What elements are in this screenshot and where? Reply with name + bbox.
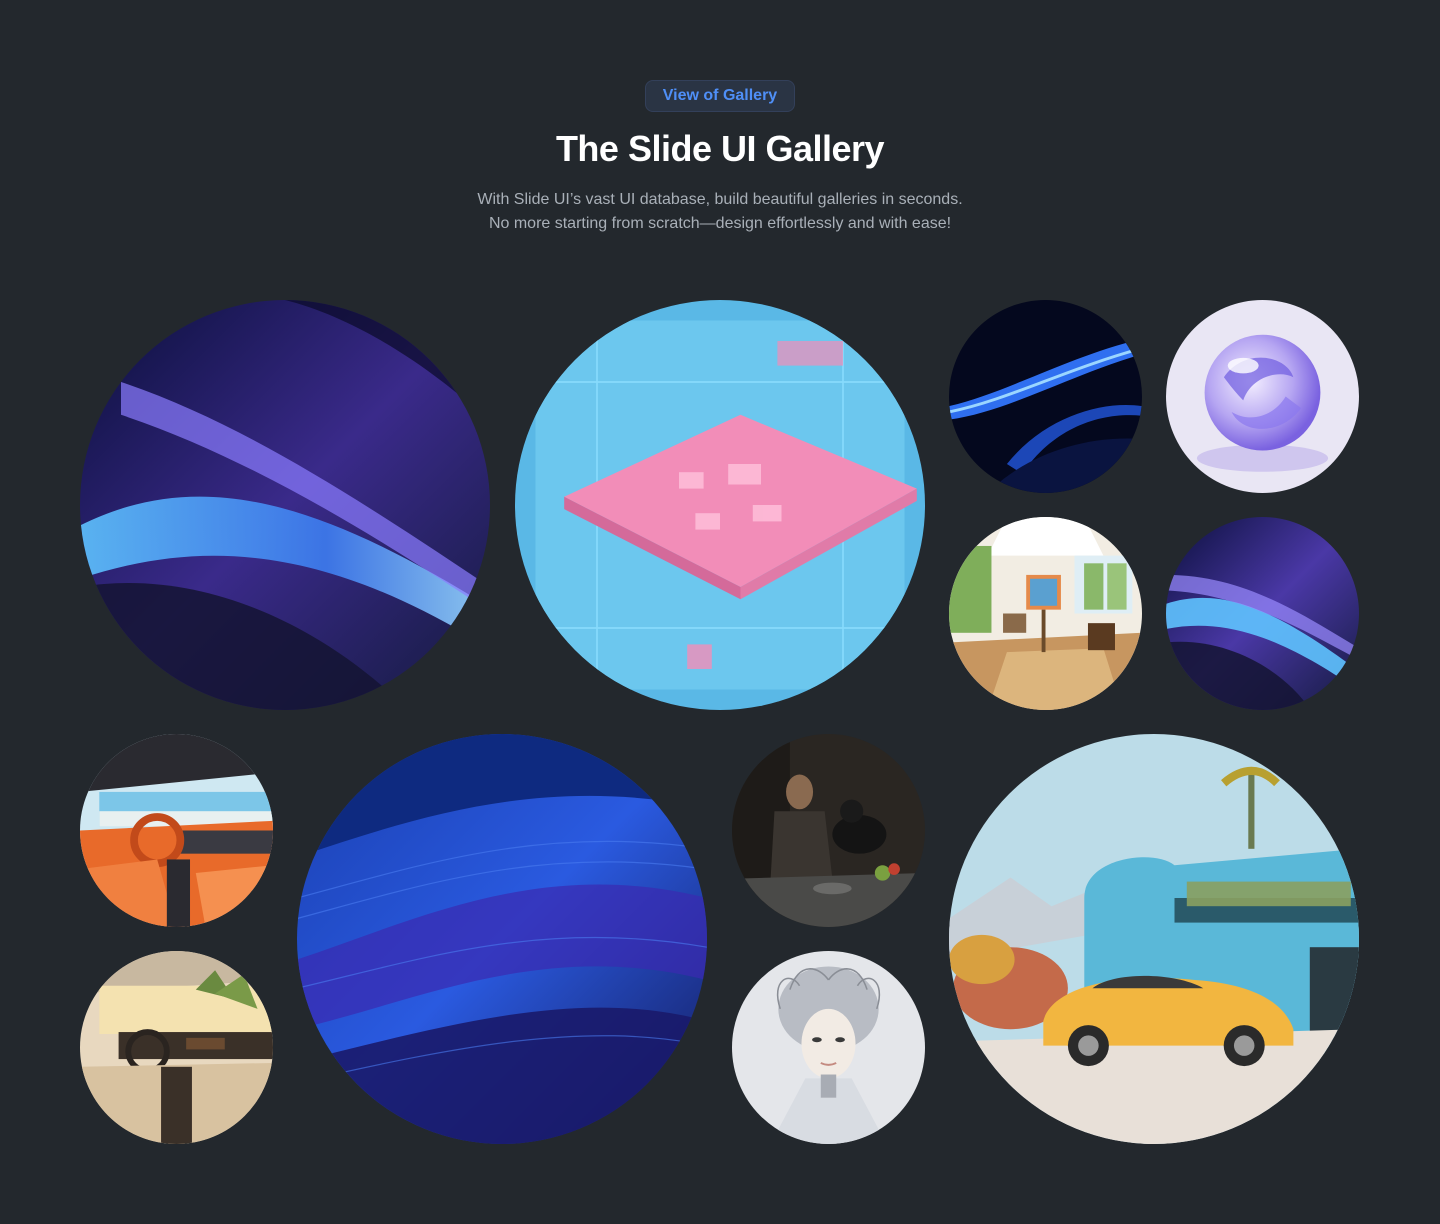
- page-title: The Slide UI Gallery: [555, 128, 885, 169]
- gallery-image-blue-streaks[interactable]: [949, 300, 1142, 493]
- view-gallery-badge[interactable]: View of Gallery: [645, 80, 795, 112]
- gallery-image-yellow-sports-car[interactable]: [949, 734, 1359, 1144]
- subtitle-line-2: No more starting from scratch—design eff…: [488, 215, 952, 232]
- gallery-image-abstract-waves-small[interactable]: [1166, 517, 1359, 710]
- gallery-image-blue-dunes[interactable]: [297, 734, 707, 1144]
- gallery-image-abstract-waves[interactable]: [80, 300, 490, 710]
- gallery-image-microchip[interactable]: [515, 300, 925, 710]
- gallery-image-art-studio[interactable]: [949, 517, 1142, 710]
- gallery-image-beige-car-interior[interactable]: [80, 951, 273, 1144]
- gallery-image-man-with-dog[interactable]: [732, 734, 925, 927]
- gallery-image-glass-sphere[interactable]: [1166, 300, 1359, 493]
- gallery-image-android-woman[interactable]: [732, 951, 925, 1144]
- gallery-image-orange-car-interior[interactable]: [80, 734, 273, 927]
- subtitle-line-1: With Slide UI’s vast UI database, build …: [477, 191, 963, 208]
